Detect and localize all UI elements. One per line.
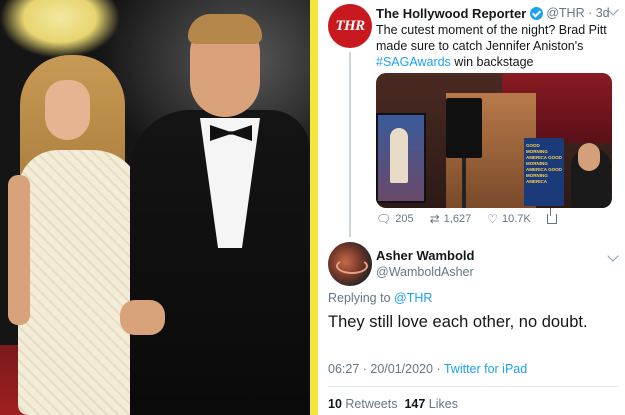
gma-banner-text: GOOD MORNING AMERICA GOOD MORNING AMERIC… bbox=[526, 143, 562, 184]
woman-arm bbox=[8, 175, 30, 325]
source-link[interactable]: Twitter for iPad bbox=[444, 362, 527, 376]
man-watching-face bbox=[578, 143, 600, 171]
like-count: 10.7K bbox=[501, 213, 531, 225]
tweet-text-end: win backstage bbox=[450, 55, 534, 69]
reply-text: They still love each other, no doubt. bbox=[328, 313, 588, 331]
thr-logo-text: THR bbox=[335, 17, 365, 34]
retweets-count[interactable]: 10 bbox=[328, 397, 342, 411]
thread-line bbox=[349, 52, 351, 237]
retweet-count: 1,627 bbox=[443, 213, 472, 225]
white-dress bbox=[18, 150, 143, 415]
tweet-header: The Hollywood Reporter @THR · 3d bbox=[376, 4, 621, 22]
tweet-media-video[interactable]: GOOD MORNING AMERICA GOOD MORNING AMERIC… bbox=[376, 73, 612, 208]
tweet-screenshot: THR The Hollywood Reporter @THR · 3d The… bbox=[318, 0, 625, 415]
likes-label[interactable]: Likes bbox=[425, 397, 458, 411]
share-icon bbox=[546, 208, 557, 224]
reply-author-handle[interactable]: @WamboldAsher bbox=[376, 265, 474, 279]
timestamp[interactable]: 06:27 · 20/01/2020 · bbox=[328, 362, 444, 376]
hand bbox=[120, 300, 165, 335]
yellow-divider bbox=[310, 0, 318, 415]
red-carpet-photo bbox=[0, 0, 310, 415]
replying-prefix: Replying to bbox=[328, 291, 395, 305]
man-hair bbox=[188, 14, 262, 44]
speaker-stand bbox=[462, 158, 466, 208]
likes-count[interactable]: 147 bbox=[404, 397, 425, 411]
verified-badge-icon bbox=[530, 6, 544, 20]
thr-avatar[interactable]: THR bbox=[328, 4, 372, 48]
author-handle-time[interactable]: @THR · 3d bbox=[546, 6, 609, 20]
woman-face bbox=[45, 80, 90, 140]
reply-avatar[interactable] bbox=[328, 242, 372, 286]
tweet-text: The cutest moment of the night? Brad Pit… bbox=[376, 22, 616, 70]
reply-count: 205 bbox=[395, 213, 414, 225]
retweet-button[interactable]: ⇄ 1,627 bbox=[430, 212, 472, 226]
tv-person bbox=[390, 128, 408, 183]
reply-author-name[interactable]: Asher Wambold bbox=[376, 248, 474, 263]
share-button[interactable] bbox=[546, 208, 557, 224]
speaker bbox=[446, 98, 482, 158]
replying-to: Replying to @THR bbox=[328, 291, 432, 305]
reply-button[interactable]: 🗨︎ 205 bbox=[376, 212, 414, 226]
retweet-icon: ⇄ bbox=[429, 212, 440, 226]
chevron-down-icon[interactable] bbox=[607, 250, 619, 262]
retweets-label[interactable]: Retweets bbox=[342, 397, 405, 411]
reply-timestamp: 06:27 · 20/01/2020 · Twitter for iPad bbox=[328, 362, 527, 376]
divider-line bbox=[328, 386, 618, 387]
author-name[interactable]: The Hollywood Reporter bbox=[376, 6, 526, 21]
reply-icon: 🗨︎ bbox=[376, 212, 392, 226]
reply-stats: 10 Retweets 147 Likes bbox=[328, 397, 458, 411]
heart-icon: ♡ bbox=[487, 212, 498, 226]
tweet-text-start: The cutest moment of the night? Brad Pit… bbox=[376, 23, 607, 53]
tweet-actions: 🗨︎ 205 ⇄ 1,627 ♡ 10.7K bbox=[376, 208, 616, 227]
mention-link[interactable]: @THR bbox=[394, 291, 432, 305]
like-button[interactable]: ♡ 10.7K bbox=[487, 212, 531, 226]
hashtag-link[interactable]: #SAGAwards bbox=[376, 55, 451, 69]
